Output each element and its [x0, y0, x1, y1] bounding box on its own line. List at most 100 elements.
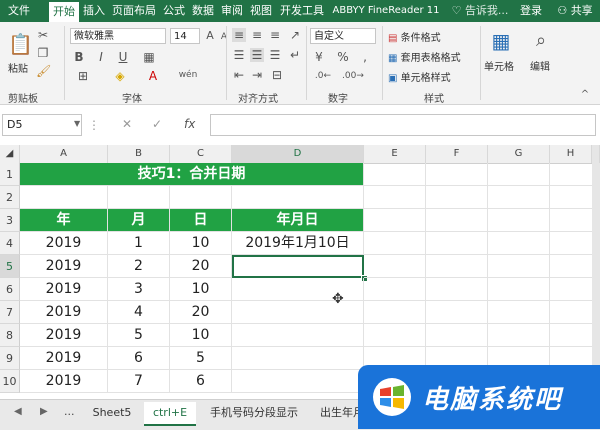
- row-header-5[interactable]: 5: [0, 255, 20, 278]
- cell-date[interactable]: [232, 370, 364, 393]
- share-button[interactable]: ⚇ 共享: [552, 0, 598, 22]
- name-box-dropdown-icon[interactable]: ▼: [74, 119, 80, 128]
- tab-insert[interactable]: 插入: [80, 0, 108, 22]
- paste-button[interactable]: 粘贴: [8, 60, 28, 75]
- cell-month[interactable]: 1: [108, 232, 170, 255]
- decrease-indent-icon[interactable]: ⇤: [232, 68, 246, 82]
- decrease-decimal-icon[interactable]: .00→: [342, 69, 364, 83]
- cell-year[interactable]: 2019: [20, 255, 108, 278]
- align-middle-icon[interactable]: ≡: [250, 28, 264, 42]
- align-bottom-icon[interactable]: ≡: [268, 28, 282, 42]
- bold-button[interactable]: B: [72, 50, 86, 64]
- percent-icon[interactable]: %: [336, 50, 350, 64]
- cancel-icon[interactable]: ✕: [122, 117, 132, 131]
- column-header-b[interactable]: B: [108, 145, 170, 163]
- search-icon[interactable]: ⌕: [528, 28, 554, 54]
- row-header-6[interactable]: 6: [0, 278, 20, 301]
- formula-input[interactable]: [210, 114, 596, 136]
- copy-icon[interactable]: ❐: [36, 46, 50, 60]
- comma-icon[interactable]: ,: [358, 50, 372, 64]
- cell-year[interactable]: 2019: [20, 278, 108, 301]
- cell-month[interactable]: 2: [108, 255, 170, 278]
- paste-icon[interactable]: 📋: [8, 30, 33, 58]
- tab-developer[interactable]: 开发工具: [276, 0, 328, 22]
- tab-page-layout[interactable]: 页面布局: [109, 0, 159, 22]
- header-month[interactable]: 月: [108, 209, 170, 232]
- cell-year[interactable]: 2019: [20, 301, 108, 324]
- cell-year[interactable]: 2019: [20, 370, 108, 393]
- orientation-icon[interactable]: ↗: [288, 28, 302, 42]
- scroll-left-icon[interactable]: ◀: [14, 406, 22, 417]
- tab-view[interactable]: 视图: [247, 0, 275, 22]
- align-center-icon[interactable]: ☰: [250, 48, 264, 62]
- more-options-icon[interactable]: ⋮: [88, 118, 100, 132]
- row-header-1[interactable]: 1: [0, 163, 20, 186]
- empty-cells-area[interactable]: [364, 163, 592, 399]
- select-all-corner[interactable]: ◢: [0, 145, 20, 163]
- scroll-right-icon[interactable]: ▶: [40, 406, 48, 417]
- login-link[interactable]: 登录: [516, 0, 546, 22]
- align-left-icon[interactable]: ☰: [232, 48, 246, 62]
- column-header-f[interactable]: F: [426, 145, 488, 163]
- italic-button[interactable]: I: [94, 50, 108, 64]
- cell-date[interactable]: 2019年1月10日: [232, 232, 364, 255]
- font-size-select[interactable]: 14: [170, 28, 200, 44]
- sheet-tab-phone[interactable]: 手机号码分段显示: [202, 402, 306, 424]
- cell-year[interactable]: 2019: [20, 347, 108, 370]
- column-header-d[interactable]: D: [232, 145, 364, 163]
- grow-font-button[interactable]: A: [204, 29, 216, 43]
- cell-year[interactable]: 2019: [20, 232, 108, 255]
- wrap-text-icon[interactable]: ↵: [288, 48, 302, 62]
- align-right-icon[interactable]: ☰: [268, 48, 282, 62]
- underline-button[interactable]: U: [116, 50, 130, 64]
- align-top-icon[interactable]: ≡: [232, 28, 246, 42]
- cell-date[interactable]: [232, 301, 364, 324]
- column-header-h[interactable]: H: [550, 145, 592, 163]
- cell[interactable]: [232, 186, 364, 209]
- row-header-7[interactable]: 7: [0, 301, 20, 324]
- font-color-icon[interactable]: A: [146, 69, 160, 83]
- cell-year[interactable]: 2019: [20, 324, 108, 347]
- fill-color-icon[interactable]: ◈: [112, 69, 128, 83]
- cell[interactable]: [170, 186, 232, 209]
- tab-data[interactable]: 数据: [189, 0, 217, 22]
- borders-icon[interactable]: ▦: [140, 50, 158, 64]
- cell-day[interactable]: 6: [170, 370, 232, 393]
- cell-date[interactable]: [232, 278, 364, 301]
- cell-day[interactable]: 5: [170, 347, 232, 370]
- header-year[interactable]: 年: [20, 209, 108, 232]
- tab-home[interactable]: 开始: [49, 2, 79, 22]
- cells-button[interactable]: 单元格: [484, 58, 514, 73]
- cells-icon[interactable]: ▦: [488, 28, 514, 54]
- column-header-e[interactable]: E: [364, 145, 426, 163]
- increase-indent-icon[interactable]: ⇥: [250, 68, 264, 82]
- name-box[interactable]: D5: [2, 114, 82, 136]
- tab-formulas[interactable]: 公式: [160, 0, 188, 22]
- phonetic-button[interactable]: wén: [178, 68, 198, 82]
- cell-day[interactable]: 10: [170, 278, 232, 301]
- cell-month[interactable]: 4: [108, 301, 170, 324]
- vertical-scrollbar[interactable]: [592, 163, 600, 399]
- tell-me-box[interactable]: ♡ 告诉我...: [450, 0, 510, 22]
- insert-function-icon[interactable]: fx: [184, 117, 195, 131]
- row-header-3[interactable]: 3: [0, 209, 20, 232]
- cell[interactable]: [20, 186, 108, 209]
- conditional-formatting-button[interactable]: ▤ 条件格式: [388, 29, 441, 44]
- row-header-8[interactable]: 8: [0, 324, 20, 347]
- cell-day[interactable]: 20: [170, 301, 232, 324]
- cell-date[interactable]: [232, 347, 364, 370]
- column-header-a[interactable]: A: [20, 145, 108, 163]
- sheet-tab-sheet5[interactable]: Sheet5: [86, 402, 138, 424]
- cell-day[interactable]: 10: [170, 324, 232, 347]
- number-format-select[interactable]: 自定义: [310, 28, 376, 44]
- cell-date[interactable]: [232, 324, 364, 347]
- increase-decimal-icon[interactable]: .0←: [314, 69, 332, 83]
- tab-file[interactable]: 文件: [2, 0, 36, 22]
- currency-icon[interactable]: ¥: [312, 50, 326, 64]
- format-as-table-button[interactable]: ▦ 套用表格格式: [388, 49, 461, 64]
- shrink-font-button[interactable]: A: [218, 30, 230, 44]
- format-painter-icon[interactable]: 🖌: [36, 64, 51, 78]
- header-day[interactable]: 日: [170, 209, 232, 232]
- enter-icon[interactable]: ✓: [152, 117, 162, 131]
- title-cell[interactable]: 技巧1：合并日期: [20, 163, 364, 186]
